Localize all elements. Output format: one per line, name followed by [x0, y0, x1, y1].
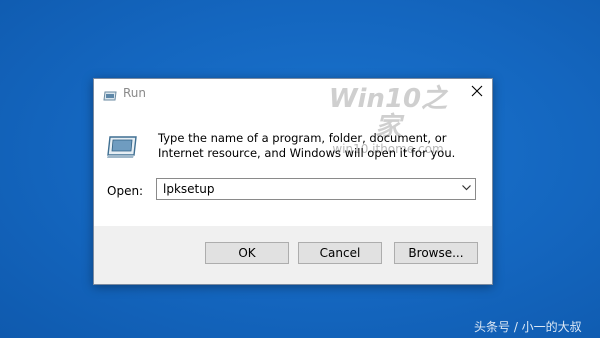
close-button[interactable]	[462, 79, 492, 103]
run-program-icon	[106, 135, 138, 159]
cancel-button[interactable]: Cancel	[298, 242, 382, 264]
close-icon	[471, 85, 483, 97]
run-dialog: Run Win10之家 win10.ithome.com Type the na…	[93, 78, 493, 285]
title-bar[interactable]: Run	[94, 79, 492, 105]
chevron-down-icon[interactable]	[462, 185, 471, 191]
button-bar: OK Cancel Browse...	[94, 226, 492, 284]
run-icon	[103, 87, 117, 101]
open-input-value[interactable]: lpksetup	[163, 182, 214, 196]
open-combobox[interactable]: lpksetup	[156, 178, 476, 200]
ok-button[interactable]: OK	[205, 242, 289, 264]
window-title: Run	[123, 86, 147, 100]
browse-button[interactable]: Browse...	[394, 242, 478, 264]
open-label: Open:	[107, 184, 144, 198]
description-text: Type the name of a program, folder, docu…	[158, 131, 456, 160]
credit-watermark: 头条号 / 小一的大叔	[474, 320, 582, 334]
